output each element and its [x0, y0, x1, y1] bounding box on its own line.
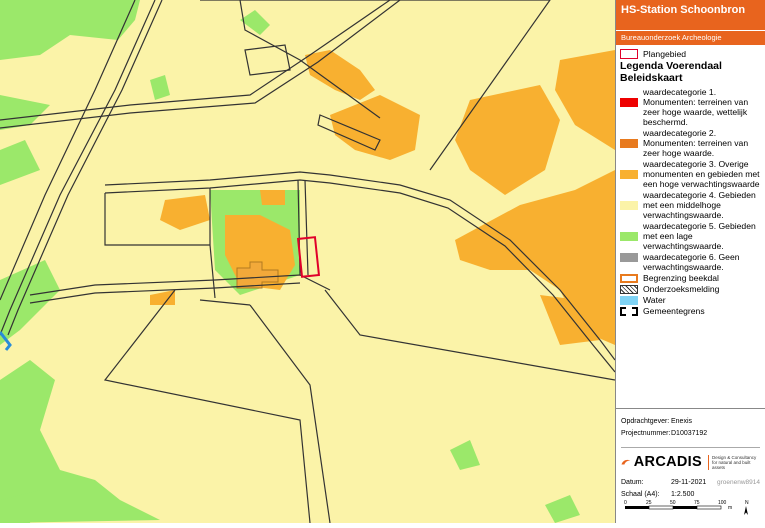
category-swatch	[620, 139, 638, 148]
legend-label: waardecategorie 1. Monumenten: terreinen…	[643, 87, 749, 127]
legend-categories: waardecategorie 1. Monumenten: terreinen…	[620, 87, 761, 272]
legend-label: Onderzoeksmelding	[643, 284, 720, 294]
gemeentegrens-swatch	[620, 306, 638, 316]
legend-item-category-2: waardecategorie 2. Monumenten: terreinen…	[620, 128, 761, 158]
legend-item-category-5: waardecategorie 5. Gebieden met een lage…	[620, 221, 761, 251]
opdrachtgever-row: Opdrachtgever: Enexis	[616, 415, 765, 427]
map-view[interactable]	[0, 0, 616, 524]
legend-item-category-4: waardecategorie 4. Gebieden met een midd…	[620, 190, 761, 220]
projectnummer-label: Projectnummer:	[621, 429, 671, 437]
north-label: N	[745, 500, 749, 506]
scale-unit: m	[728, 505, 732, 511]
legend-panel: HS-Station Schoonbron Bureauonderzoek Ar…	[615, 0, 765, 523]
opdrachtgever-label: Opdrachtgever:	[621, 417, 670, 425]
legend-title: Legenda Voerendaal	[620, 60, 722, 72]
scale-bar-graphic: 0 25 50 75 100 m N	[624, 500, 749, 515]
legend-item-category-6: waardecategorie 6. Geen verwachtingswaar…	[620, 252, 761, 272]
scale-tick-75: 75	[694, 500, 700, 506]
datum-row: Datum: 29-11-2021 groenenw8914	[616, 476, 765, 488]
author-id: groenenw8914	[716, 478, 760, 486]
category-swatch	[620, 201, 638, 210]
arcadis-logo: ARCADIS Design & Consultancy for natural…	[621, 447, 760, 470]
scale-bar: 0 25 50 75 100 m N	[622, 497, 760, 523]
legend-item-plangebied: Plangebied	[620, 49, 761, 59]
scale-tick-25: 25	[646, 500, 652, 506]
legend-label: waardecategorie 3. Overige monumenten en…	[643, 159, 760, 189]
legend-label: waardecategorie 2. Monumenten: terreinen…	[643, 128, 749, 158]
projectnummer-row: Projectnummer: D10037192	[616, 427, 765, 439]
company-tagline: Design & Consultancy for natural and bui…	[707, 454, 760, 470]
title-block: Opdrachtgever: Enexis Projectnummer: D10…	[616, 408, 765, 515]
opdrachtgever-value: Enexis	[671, 417, 693, 425]
scale-tick-100: 100	[718, 500, 727, 506]
legend-label: waardecategorie 4. Gebieden met een midd…	[643, 190, 756, 220]
beekdal-swatch	[620, 273, 638, 283]
map-title: HS-Station Schoonbron	[621, 4, 746, 16]
onderzoek-swatch	[620, 284, 638, 294]
legend-item-category-1: waardecategorie 1. Monumenten: terreinen…	[620, 87, 761, 127]
legend-label: waardecategorie 6. Geen verwachtingswaar…	[643, 252, 740, 272]
category-swatch	[620, 232, 638, 241]
legend-item-gemeentegrens: Gemeentegrens	[620, 306, 761, 316]
legend-label: Begrenzing beekdal	[643, 273, 719, 283]
category-swatch	[620, 98, 638, 107]
legend-item-category-3: waardecategorie 3. Overige monumenten en…	[620, 159, 761, 189]
legend-label: Plangebied	[643, 49, 687, 59]
scale-tick-50: 50	[670, 500, 676, 506]
panel-header: HS-Station Schoonbron Bureauonderzoek Ar…	[616, 0, 765, 45]
north-arrow-icon: N	[744, 500, 749, 515]
legend-item-onderzoek: Onderzoeksmelding	[620, 284, 761, 294]
category-swatch	[620, 170, 638, 179]
legend-item-water: Water	[620, 295, 761, 305]
legend-label: Water	[643, 295, 666, 305]
map-subtitle: Bureauonderzoek Archeologie	[616, 30, 765, 45]
legend: Plangebied Legenda Voerendaal Beleidskaa…	[616, 45, 765, 316]
datum-label: Datum:	[621, 478, 644, 486]
legend-item-beekdal: Begrenzing beekdal	[620, 273, 761, 283]
arcadis-bird-icon	[621, 459, 631, 465]
company-name: ARCADIS	[633, 454, 702, 470]
datum-value: 29-11-2021	[671, 478, 707, 486]
water-swatch	[620, 295, 638, 305]
map-canvas	[0, 0, 616, 524]
legend-title-2: Beleidskaart	[620, 72, 683, 84]
plangebied-swatch	[620, 49, 638, 59]
legend-label: waardecategorie 5. Gebieden met een lage…	[643, 221, 756, 251]
scale-tick-0: 0	[624, 500, 627, 506]
projectnummer-value: D10037192	[671, 429, 708, 437]
legend-label: Gemeentegrens	[643, 306, 705, 316]
category-swatch	[620, 253, 638, 262]
